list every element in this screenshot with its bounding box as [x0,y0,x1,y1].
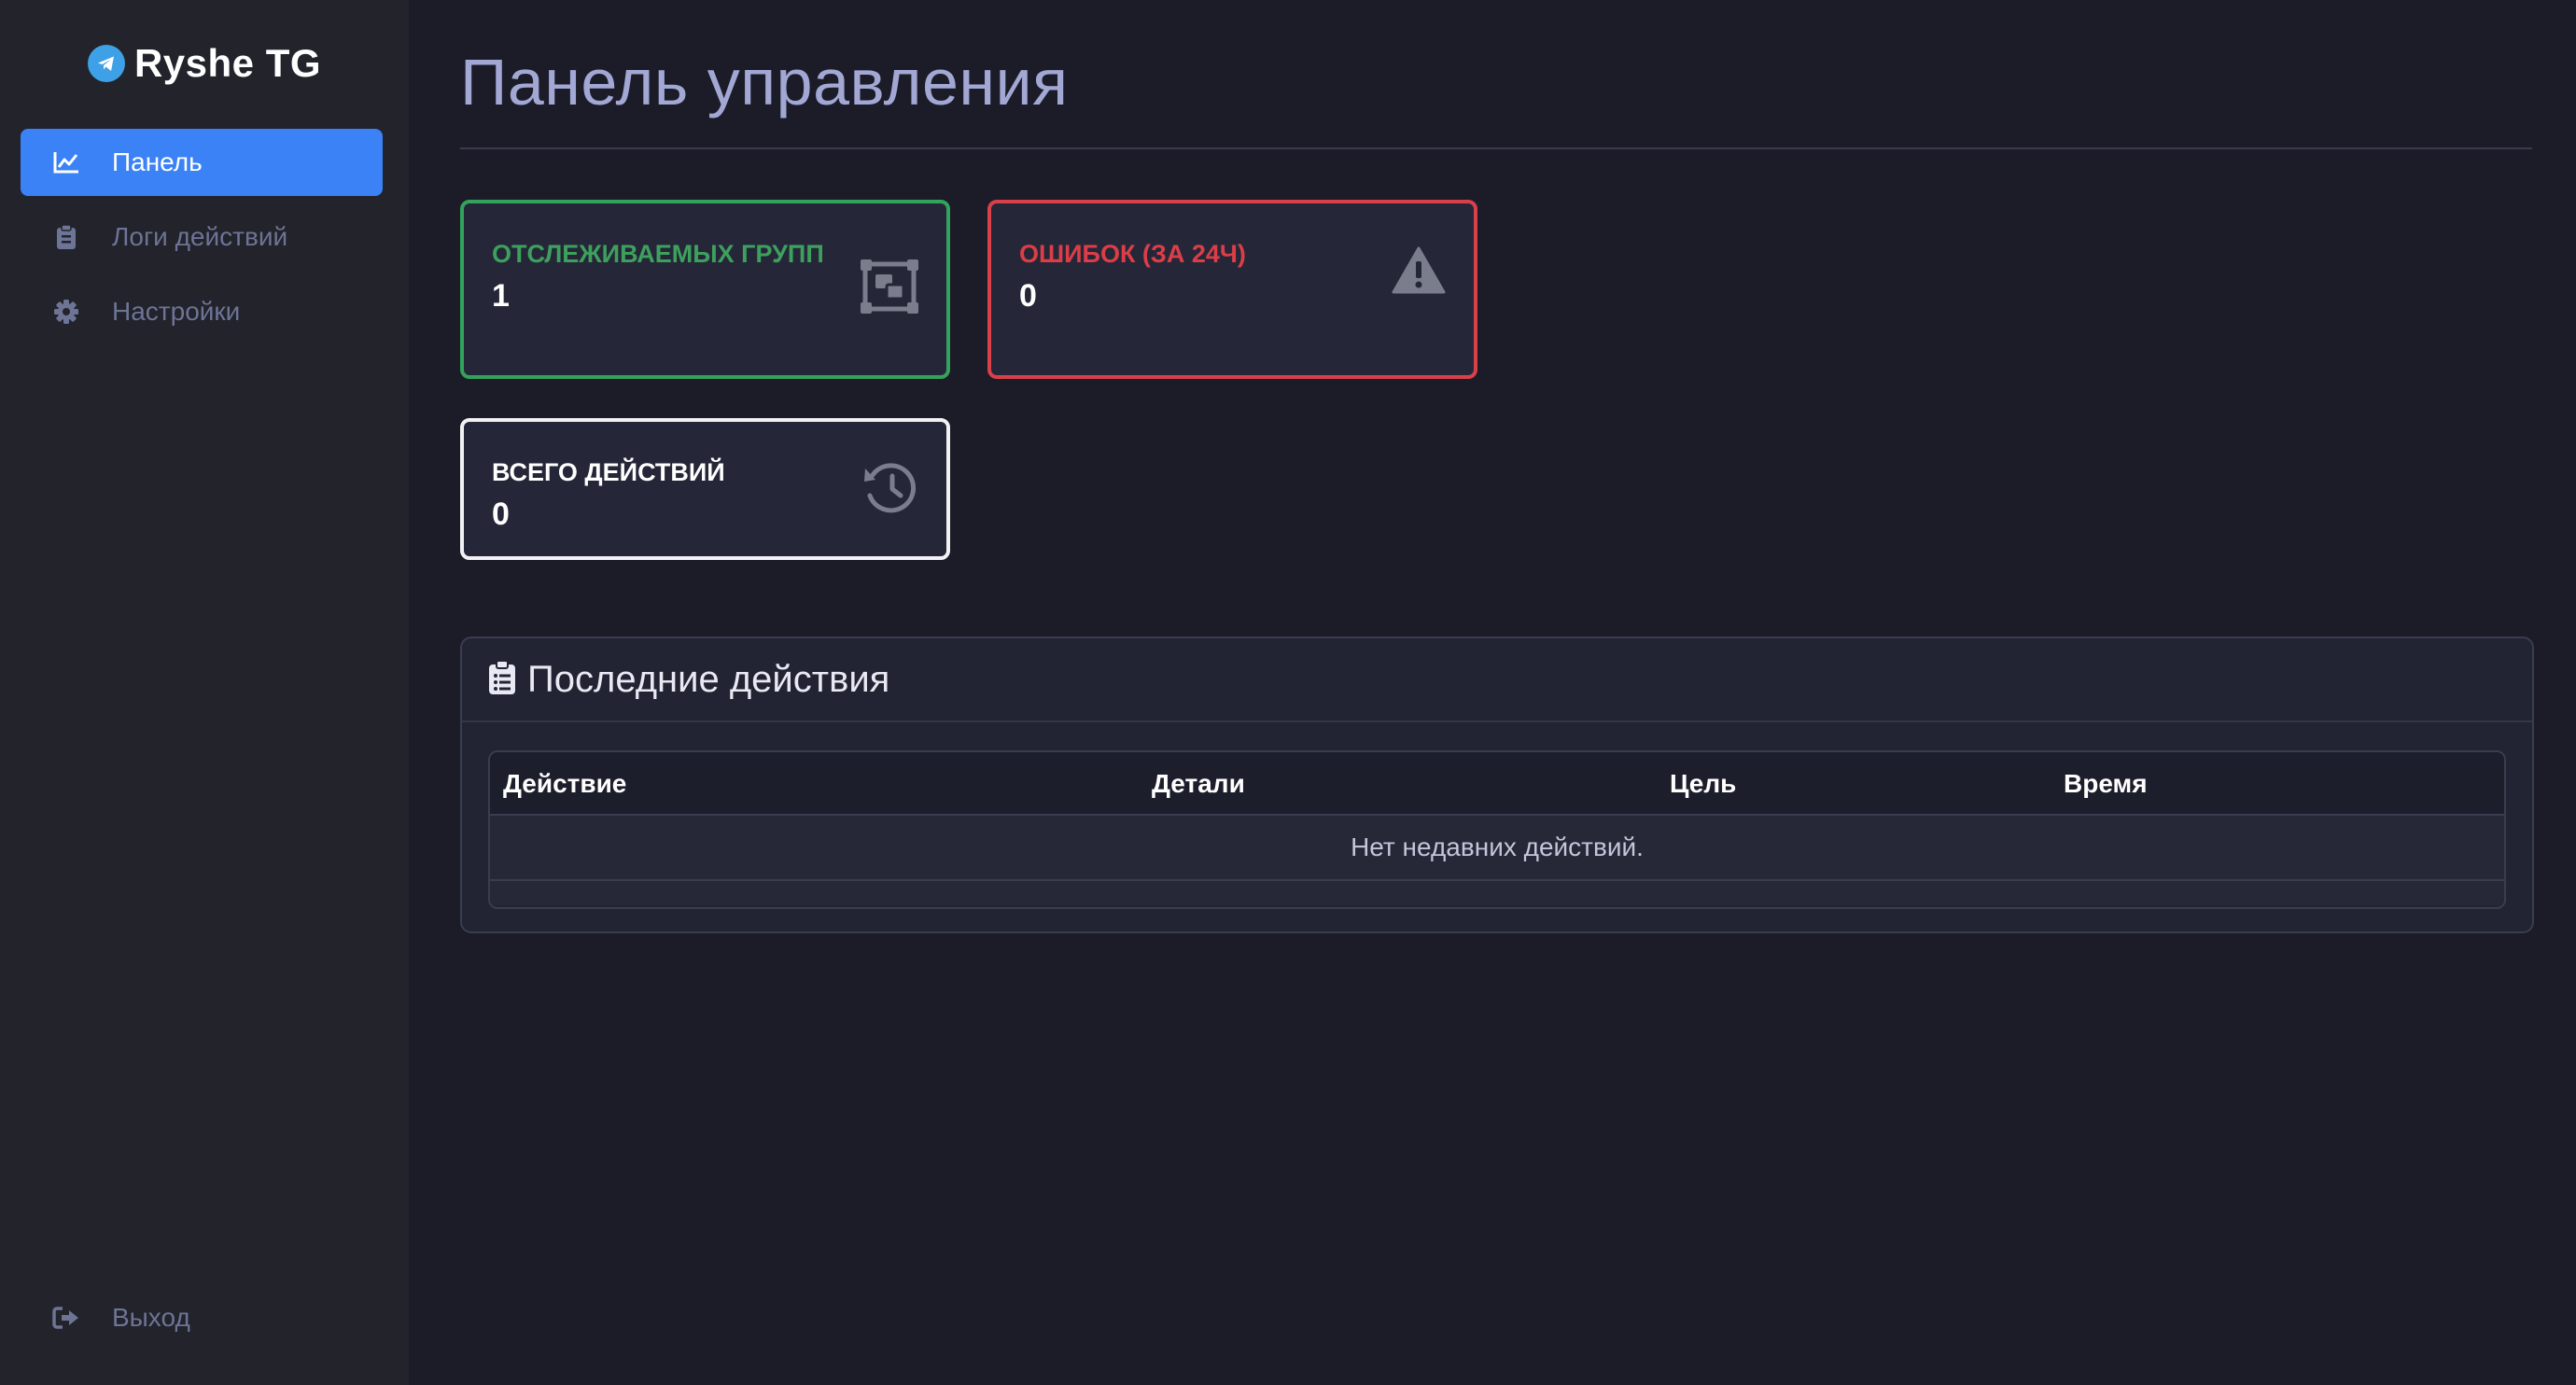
stat-card-label: ОТСЛЕЖИВАЕМЫХ ГРУПП [492,240,824,268]
stat-card-total-actions: ВСЕГО ДЕЙСТВИЙ 0 [460,418,950,560]
sidebar-item-dashboard[interactable]: Панель [21,129,383,196]
warning-icon [1392,246,1446,300]
clipboard-list-icon [488,659,516,700]
sidebar-item-logs[interactable]: Логи действий [21,203,383,271]
table-row [490,881,2504,905]
table-header: Действие Детали Цель Время [490,752,2504,816]
gear-icon [52,298,80,326]
stat-card-value: 1 [492,278,510,314]
title-divider [460,147,2532,149]
column-header-target[interactable]: Цель [1670,752,1736,816]
stat-card-value: 0 [1019,278,1037,314]
brand-title: Ryshe TG [133,41,322,85]
column-header-time[interactable]: Время [2064,752,2148,816]
sidebar-item-label: Панель [112,147,203,176]
group-icon [861,259,918,318]
logout: Выход [21,1284,383,1359]
stat-card-value: 0 [492,497,510,532]
recent-actions-title: Последние действия [527,658,890,700]
chart-line-icon [52,148,80,176]
recent-actions-header: Последние действия [462,638,2532,722]
clipboard-icon [52,223,80,251]
sidebar-item-label: Настройки [112,297,241,326]
table-empty-row: Нет недавних действий. [490,816,2504,881]
sidebar: Ryshe TG Панель Логи действий Настройки … [0,0,409,1385]
recent-actions-table: Действие Детали Цель Время Нет недавних … [488,750,2506,909]
logout-label: Выход [112,1303,190,1332]
history-icon [862,461,918,520]
telegram-icon [87,45,125,82]
column-header-action[interactable]: Действие [503,752,626,816]
sidebar-item-label: Логи действий [112,222,288,251]
stat-card-label: ОШИБОК (ЗА 24Ч) [1019,240,1246,268]
stat-card-label: ВСЕГО ДЕЙСТВИЙ [492,458,725,486]
sidebar-item-settings[interactable]: Настройки [21,278,383,345]
sidebar-nav: Панель Логи действий Настройки [21,129,383,353]
brand[interactable]: Ryshe TG [0,37,409,90]
main-content: Панель управления ОТСЛЕЖИВАЕМЫХ ГРУПП 1 … [409,0,2576,1385]
stat-card-groups: ОТСЛЕЖИВАЕМЫХ ГРУПП 1 [460,200,950,379]
logout-button[interactable]: Выход [21,1284,383,1351]
sign-out-icon [52,1304,80,1332]
column-header-details[interactable]: Детали [1152,752,1245,816]
stat-card-errors: ОШИБОК (ЗА 24Ч) 0 [987,200,1477,379]
page-title: Панель управления [460,46,1069,119]
recent-actions-panel: Последние действия Действие Детали Цель … [460,637,2534,933]
